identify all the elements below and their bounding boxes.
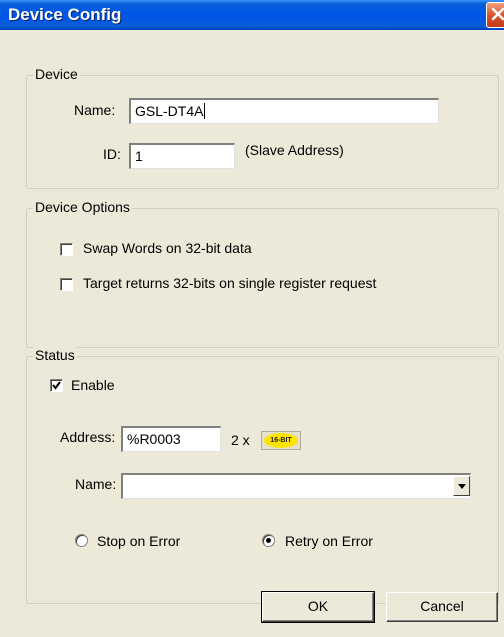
cancel-button[interactable]: Cancel [386, 592, 498, 622]
multiplier-label: 2 x [231, 432, 250, 448]
radio-selected-dot [266, 538, 271, 543]
stop-on-error-radio[interactable] [75, 534, 88, 547]
status-name-label: Name: [75, 476, 117, 492]
close-button[interactable] [486, 2, 504, 28]
dialog-body: Device Name: GSL-DT4A ID: 1 (Slave Addre… [0, 30, 504, 637]
device-group: Device Name: GSL-DT4A ID: 1 (Slave Addre… [26, 66, 499, 189]
device-options-group: Device Options Swap Words on 32-bit data… [26, 199, 499, 348]
checkmark-icon [52, 381, 61, 390]
device-name-label: Name: [74, 102, 116, 118]
retry-on-error-label[interactable]: Retry on Error [285, 533, 373, 549]
window-title: Device Config [8, 5, 122, 24]
status-legend: Status [33, 347, 77, 363]
address-input[interactable]: %R0003 [121, 426, 221, 452]
device-legend: Device [33, 66, 80, 82]
device-id-input[interactable]: 1 [129, 143, 235, 169]
enable-label[interactable]: Enable [71, 377, 115, 393]
close-icon [491, 7, 504, 21]
text-caret [204, 103, 206, 119]
swap-words-label[interactable]: Swap Words on 32-bit data [83, 240, 252, 256]
enable-checkbox[interactable] [50, 379, 63, 392]
device-name-value: GSL-DT4A [135, 103, 204, 119]
retry-on-error-radio[interactable] [262, 534, 275, 547]
device-id-label: ID: [103, 146, 121, 162]
status-name-dropdown-button[interactable] [453, 476, 470, 496]
ok-button[interactable]: OK [261, 591, 375, 623]
slave-address-hint: (Slave Address) [245, 142, 344, 158]
address-label: Address: [60, 429, 116, 445]
bit-width-badge: 16-BIT [261, 431, 301, 450]
status-name-combobox[interactable] [121, 473, 471, 499]
16-bit-icon: 16-BIT [264, 433, 298, 448]
target-32bit-label[interactable]: Target returns 32-bits on single registe… [83, 275, 376, 291]
status-group: Status Enable Address: %R0003 2 x 16-BIT… [26, 347, 499, 604]
target-32bit-checkbox[interactable] [60, 278, 73, 291]
title-bar: Device Config [0, 0, 504, 30]
chevron-down-icon [458, 484, 466, 489]
device-name-input[interactable]: GSL-DT4A [129, 98, 439, 124]
stop-on-error-label[interactable]: Stop on Error [97, 533, 180, 549]
device-options-legend: Device Options [33, 199, 132, 215]
swap-words-checkbox[interactable] [60, 243, 73, 256]
